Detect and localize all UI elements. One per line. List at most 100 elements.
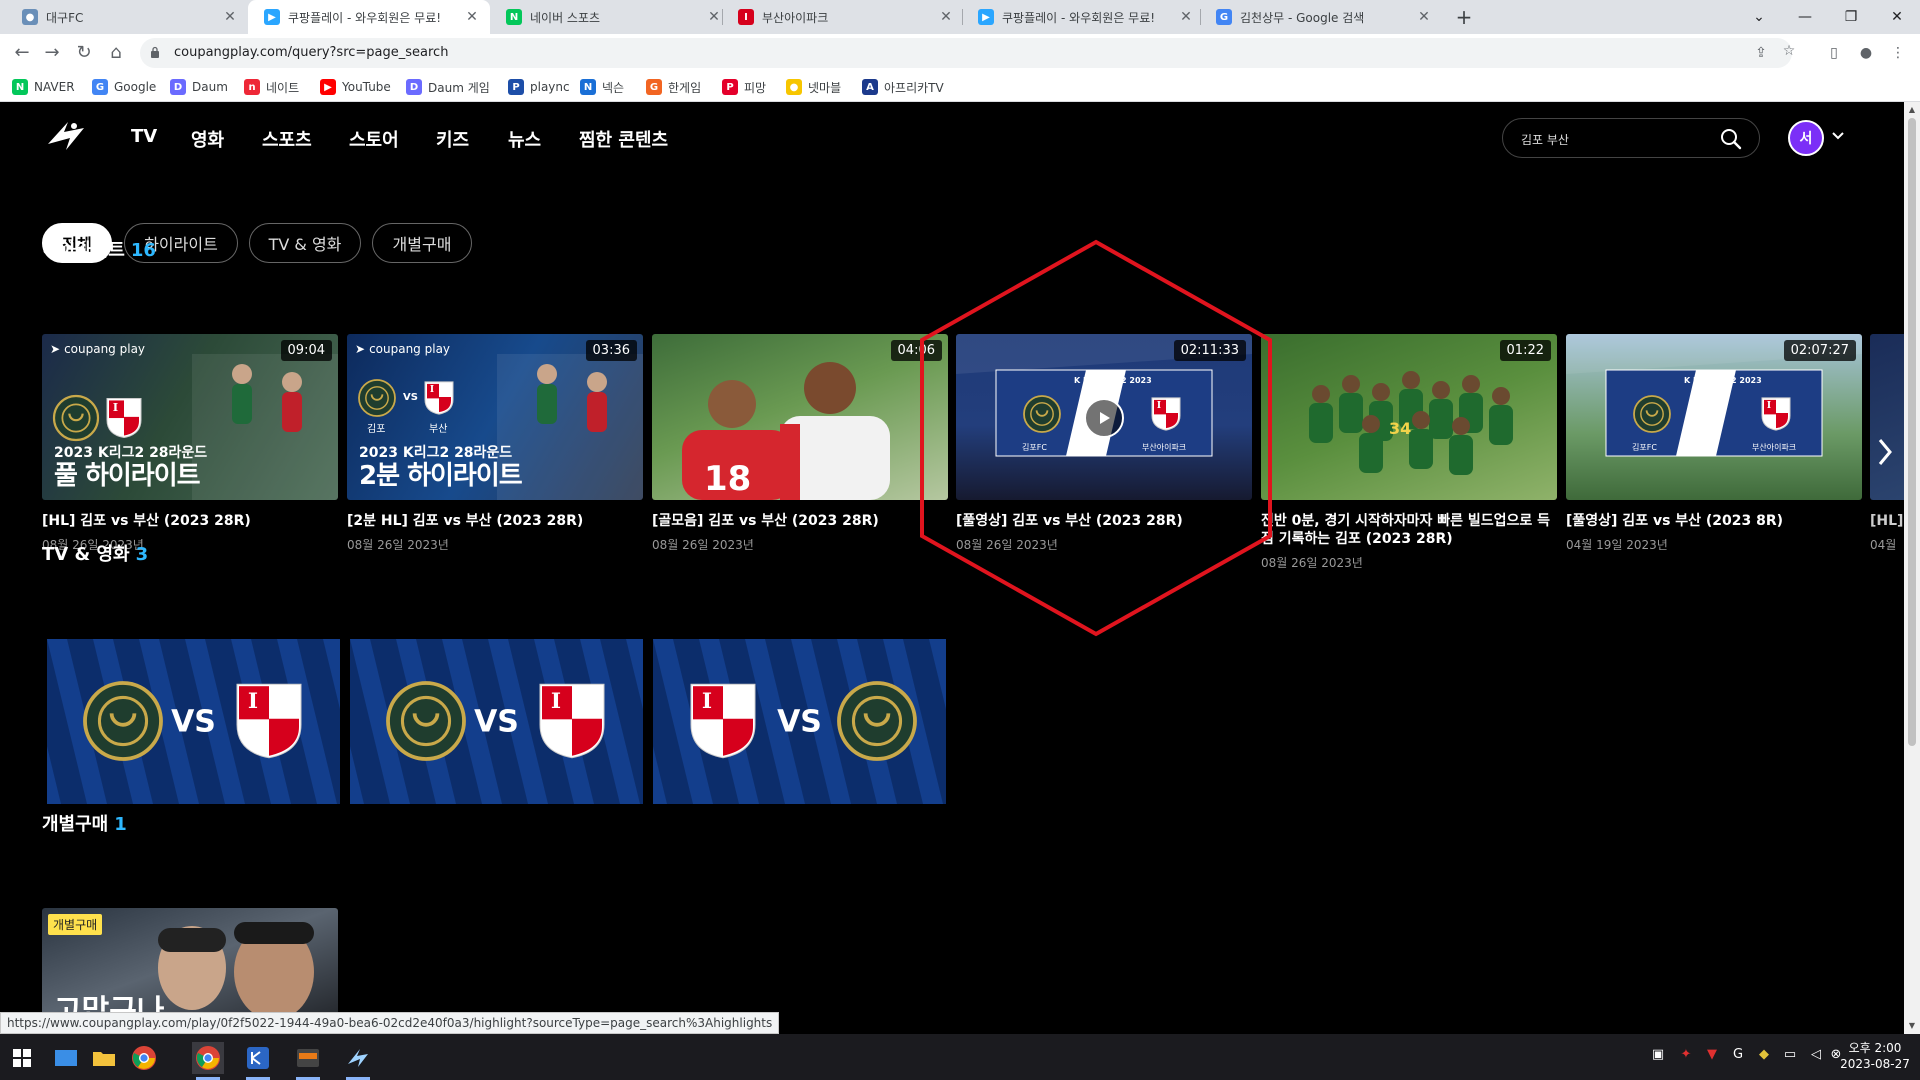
nav-item[interactable]: 스토어: [349, 126, 399, 152]
avatar[interactable]: 서: [1788, 120, 1824, 156]
video-title[interactable]: [골모음] 김포 vs 부산 (2023 28R): [652, 512, 948, 530]
video-thumbnail[interactable]: 18 04:06: [652, 334, 948, 500]
tab-close-icon[interactable]: ✕: [938, 9, 954, 25]
video-title[interactable]: [풀영상] 김포 vs 부산 (2023 28R): [956, 512, 1252, 530]
bookmark-star-icon[interactable]: ☆: [1780, 43, 1798, 61]
nav-item[interactable]: 찜한 콘텐츠: [579, 126, 668, 152]
tv-movie-card[interactable]: I VS: [47, 639, 340, 804]
video-title[interactable]: 전반 0분, 경기 시작하자마자 빠른 빌드업으로 득점 기록하는 김포 (20…: [1261, 512, 1557, 548]
tv-movie-card[interactable]: I VS: [350, 639, 643, 804]
browser-tab[interactable]: ● 대구FC ✕: [6, 0, 248, 34]
tray-security-icon[interactable]: ◆: [1754, 1047, 1774, 1067]
tray-shield-icon[interactable]: ▼: [1702, 1047, 1722, 1067]
bookmark-item[interactable]: N NAVER: [12, 78, 75, 96]
back-icon[interactable]: ←: [10, 41, 34, 65]
tab-search-icon[interactable]: ⌄: [1736, 0, 1782, 34]
volume-icon[interactable]: ◁: [1806, 1047, 1826, 1067]
network-icon[interactable]: ▭: [1780, 1047, 1800, 1067]
address-bar[interactable]: coupangplay.com/query?src=page_search ⇪ …: [140, 38, 1795, 68]
nav-item[interactable]: 스포츠: [262, 126, 312, 152]
tv-movie-card[interactable]: I VS: [653, 639, 946, 804]
browser-toolbar: ← → ↻ ⌂ coupangplay.com/query?src=page_s…: [0, 34, 1920, 72]
video-title[interactable]: [HL]: [1870, 512, 1904, 530]
tab-close-icon[interactable]: ✕: [1178, 9, 1194, 25]
bookmark-item[interactable]: D Daum 게임: [406, 78, 490, 96]
highlight-card[interactable]: I K LEAGUE 2 2023 김포FC 부산아이파크 02:11:33 [풀영상] …: [956, 334, 1252, 553]
scroll-up-icon[interactable]: ▲: [1904, 102, 1920, 118]
tray-g-icon[interactable]: G: [1728, 1047, 1748, 1067]
tab-close-icon[interactable]: ✕: [1416, 9, 1432, 25]
scrollbar-thumb[interactable]: [1908, 118, 1916, 746]
windows-start-icon[interactable]: [6, 1042, 38, 1074]
system-clock[interactable]: 오후 2:00 2023-08-27: [1838, 1040, 1912, 1072]
bookmark-item[interactable]: Pplaync: [508, 78, 570, 96]
nav-item[interactable]: 영화: [191, 126, 224, 152]
nav-item[interactable]: 키즈: [436, 126, 469, 152]
bookmark-item[interactable]: n 네이트: [244, 78, 299, 96]
nav-item[interactable]: 뉴스: [508, 126, 541, 152]
bookmark-item[interactable]: G Google: [92, 78, 156, 96]
video-thumbnail[interactable]: I K LEAGUE 2 2023 김포FC 부산아이파크 02:11:33: [956, 334, 1252, 500]
filter-chip[interactable]: TV & 영화: [249, 223, 361, 263]
share-icon[interactable]: ⇪: [1752, 45, 1770, 63]
highlight-card[interactable]: 18 04:06 [골모음] 김포 vs 부산 (2023 28R) 08월 26일 …: [652, 334, 948, 553]
tray-red-icon[interactable]: ✦: [1676, 1047, 1696, 1067]
picasa-app-icon[interactable]: [292, 1042, 324, 1080]
profile-icon[interactable]: ●: [1854, 41, 1878, 65]
chrome-open-icon[interactable]: [192, 1042, 224, 1080]
browser-tab[interactable]: ▶ 쿠팡플레이 - 와우회원은 무료! ✕: [248, 0, 490, 34]
video-thumbnail[interactable]: 34 01:22: [1261, 334, 1557, 500]
carousel-next-icon[interactable]: [1872, 432, 1898, 472]
coupang-play-app-icon[interactable]: [342, 1042, 374, 1080]
tab-close-icon[interactable]: ✕: [222, 9, 238, 25]
video-thumbnail[interactable]: I ➤ coupang play 김포 VS 부산 2023 K리그2 28라운드 2분 하이…: [347, 334, 643, 500]
desktop-icon[interactable]: [50, 1042, 82, 1074]
reload-icon[interactable]: ↻: [72, 41, 96, 65]
browser-tab[interactable]: N 네이버 스포츠 ✕: [490, 0, 732, 34]
bookmark-item[interactable]: ▶ YouTube: [320, 78, 391, 96]
forward-icon[interactable]: →: [40, 41, 64, 65]
bookmark-item[interactable]: N 넥슨: [580, 78, 624, 96]
video-title[interactable]: [풀영상] 김포 vs 부산 (2023 8R): [1566, 512, 1862, 530]
bookmark-item[interactable]: G 한게임: [646, 78, 701, 96]
video-thumbnail[interactable]: I K LEAGUE 2 2023 김포FC 부산아이파크 02:07:27: [1566, 334, 1862, 500]
kakao-app-icon[interactable]: [242, 1042, 274, 1080]
tab-close-icon[interactable]: ✕: [706, 9, 722, 25]
file-explorer-icon[interactable]: [88, 1042, 120, 1074]
video-thumbnail[interactable]: I ➤ coupang play 2023 K리그2 28라운드 풀 하이라이트 09:0…: [42, 334, 338, 500]
menu-kebab-icon[interactable]: ⋮: [1886, 41, 1910, 65]
browser-tab[interactable]: G 김천상무 - Google 검색 ✕: [1200, 0, 1442, 34]
search-box[interactable]: [1502, 118, 1760, 158]
highlight-card[interactable]: 34 01:22 전반 0분, 경기 시작하자마자 빠른 빌드업으로 득점 기록하는…: [1261, 334, 1557, 571]
side-panel-icon[interactable]: ▯: [1822, 41, 1846, 65]
video-thumbnail[interactable]: [1870, 334, 1904, 500]
bookmark-item[interactable]: D Daum: [170, 78, 228, 96]
coupang-play-logo[interactable]: [44, 118, 88, 154]
maximize-button[interactable]: ❐: [1828, 0, 1874, 34]
bookmark-item[interactable]: P 피망: [722, 78, 766, 96]
video-title[interactable]: [2분 HL] 김포 vs 부산 (2023 28R): [347, 512, 643, 530]
video-title[interactable]: [HL] 김포 vs 부산 (2023 28R): [42, 512, 338, 530]
browser-tab[interactable]: I 부산아이파크 ✕: [722, 0, 964, 34]
bookmark-item[interactable]: A 아프리카TV: [862, 78, 944, 96]
highlight-card[interactable]: I ➤ coupang play 2023 K리그2 28라운드 풀 하이라이트 09:0…: [42, 334, 338, 553]
search-input[interactable]: [1521, 129, 1701, 149]
filter-chip[interactable]: 개별구매: [372, 223, 472, 263]
chrome-icon[interactable]: [128, 1042, 160, 1074]
play-button-icon[interactable]: [1084, 398, 1124, 438]
tab-close-icon[interactable]: ✕: [464, 9, 480, 25]
nav-item[interactable]: TV: [131, 126, 157, 147]
chevron-down-icon[interactable]: [1830, 126, 1846, 146]
home-icon[interactable]: ⌂: [104, 41, 128, 65]
scroll-down-icon[interactable]: ▼: [1904, 1018, 1920, 1034]
minimize-button[interactable]: —: [1782, 0, 1828, 34]
browser-tab[interactable]: ▶ 쿠팡플레이 - 와우회원은 무료! ✕: [962, 0, 1204, 34]
highlight-card[interactable]: I ➤ coupang play 김포 VS 부산 2023 K리그2 28라운드 2분 하이…: [347, 334, 643, 553]
page-scrollbar[interactable]: ▲ ▼: [1904, 102, 1920, 1034]
close-window-button[interactable]: ✕: [1874, 0, 1920, 34]
new-tab-button[interactable]: +: [1452, 5, 1476, 29]
tray-app-icon[interactable]: ▣: [1648, 1047, 1668, 1067]
highlight-card[interactable]: I K LEAGUE 2 2023 김포FC 부산아이파크 02:07:27 [풀영상] …: [1566, 334, 1862, 553]
search-icon[interactable]: [1719, 127, 1743, 151]
bookmark-item[interactable]: ● 넷마블: [786, 78, 841, 96]
